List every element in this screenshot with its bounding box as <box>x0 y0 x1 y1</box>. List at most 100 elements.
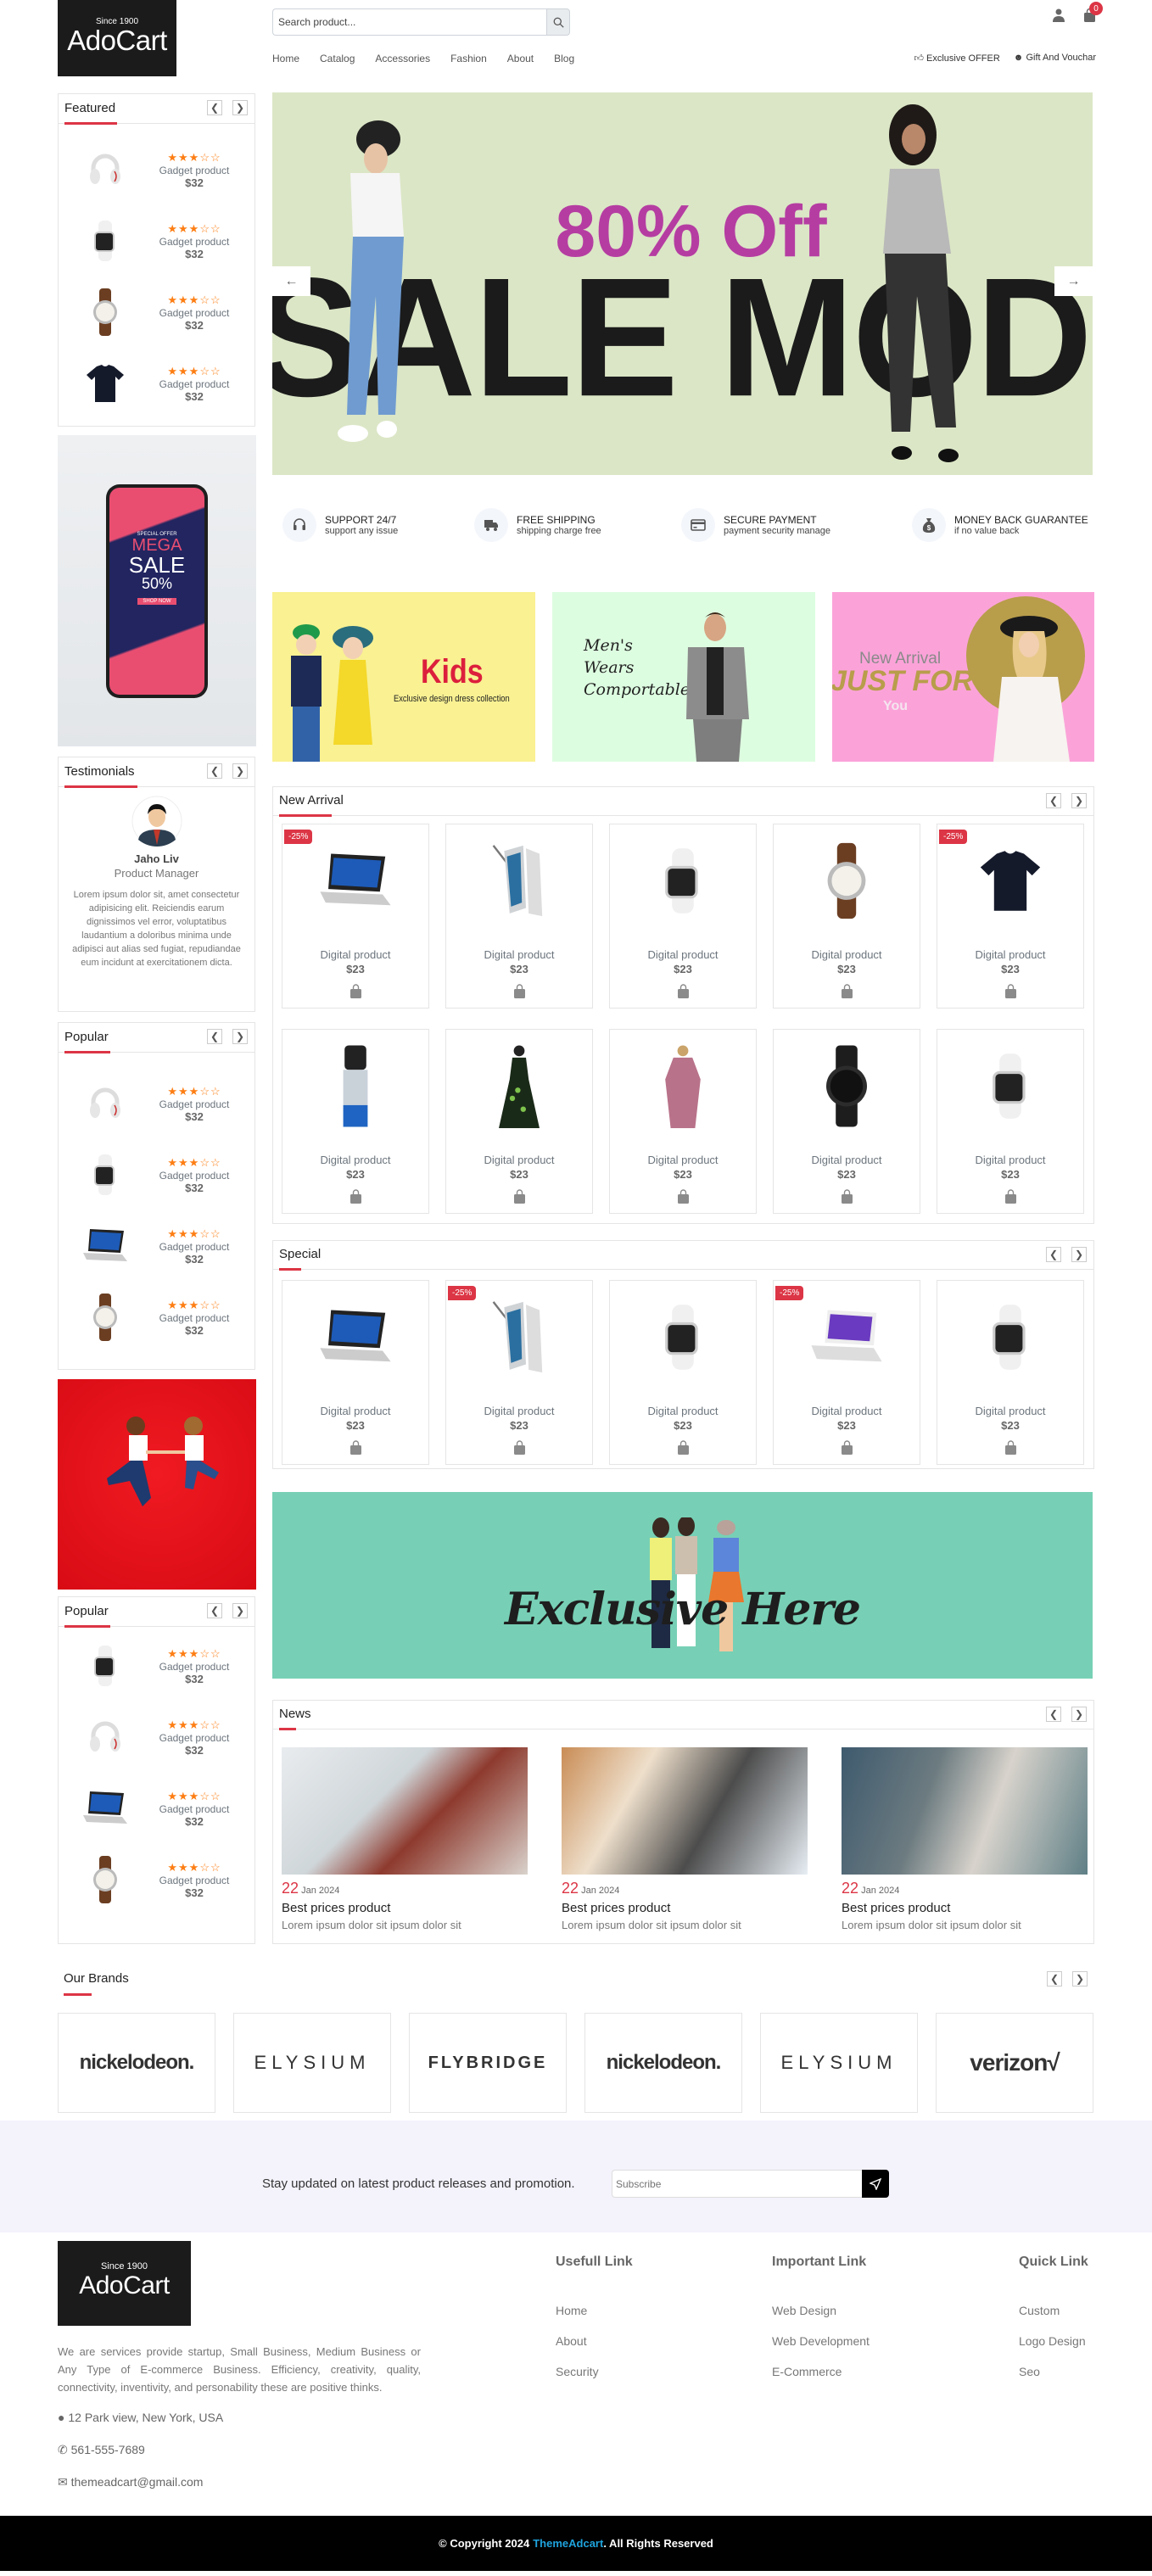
add-to-cart-button[interactable] <box>282 1440 428 1455</box>
sidebar-product[interactable]: ★★★☆☆ Gadget product $32 <box>59 277 254 348</box>
next-arrow[interactable]: ❯ <box>1072 1971 1088 1986</box>
footer-email[interactable]: ✉ themeadcart@gmail.com <box>58 2475 203 2489</box>
news-card[interactable]: 22 Jan 2024 Best prices product Lorem ip… <box>562 1747 808 1931</box>
footer-link-ecommerce[interactable]: E-Commerce <box>772 2365 870 2378</box>
add-to-cart-button[interactable] <box>610 1189 756 1204</box>
footer-link-seo[interactable]: Seo <box>1019 2365 1088 2378</box>
sidebar-product[interactable]: ★★★☆☆ Gadget product $32 <box>59 134 254 205</box>
add-to-cart-button[interactable] <box>774 984 920 998</box>
search-button[interactable] <box>546 8 570 36</box>
product-card[interactable]: Digital product $23 <box>937 1280 1084 1465</box>
product-card[interactable]: Digital product $23 <box>445 1029 593 1214</box>
next-arrow[interactable]: ❯ <box>1071 1247 1087 1262</box>
nav-fashion[interactable]: Fashion <box>450 53 487 64</box>
add-to-cart-button[interactable] <box>610 1440 756 1455</box>
footer-link-custom[interactable]: Custom <box>1019 2304 1088 2317</box>
user-account-button[interactable] <box>1053 8 1065 26</box>
prev-arrow[interactable]: ❮ <box>207 1029 222 1044</box>
sidebar-product[interactable]: ★★★☆☆ Gadget product $32 <box>59 348 254 419</box>
news-card[interactable]: 22 Jan 2024 Best prices product Lorem ip… <box>842 1747 1088 1931</box>
footer-link-about[interactable]: About <box>556 2334 633 2348</box>
hero-next-button[interactable]: → <box>1054 266 1093 296</box>
copyright-brand-link[interactable]: ThemeAdcart <box>533 2537 603 2550</box>
brand-logo[interactable]: nickelodeon. <box>584 2013 742 2113</box>
footer-link-home[interactable]: Home <box>556 2304 633 2317</box>
add-to-cart-button[interactable] <box>446 1189 592 1204</box>
sidebar-product[interactable]: ★★★☆☆ Gadget product $32 <box>59 1139 254 1210</box>
subscribe-input[interactable] <box>612 2170 862 2198</box>
prev-arrow[interactable]: ❮ <box>207 1603 222 1618</box>
prev-arrow[interactable]: ❮ <box>1047 1971 1062 1986</box>
sidebar-product[interactable]: ★★★☆☆ Gadget product $32 <box>59 1773 254 1844</box>
sidebar-product[interactable]: ★★★☆☆ Gadget product $32 <box>59 1702 254 1773</box>
mega-sale-ad[interactable]: SPECIAL OFFER MEGA SALE 50% SHOP NOW <box>58 435 256 746</box>
subscribe-button[interactable] <box>862 2170 889 2198</box>
product-card[interactable]: Digital product $23 <box>773 1029 920 1214</box>
mens-promo-banner[interactable]: Men's Wears Comportable <box>552 592 815 762</box>
sidebar-product[interactable]: ★★★☆☆ Gadget product $32 <box>59 1282 254 1353</box>
add-to-cart-button[interactable] <box>937 984 1083 998</box>
next-arrow[interactable]: ❯ <box>232 1029 248 1044</box>
footer-link-web-development[interactable]: Web Development <box>772 2334 870 2348</box>
brand-logo[interactable]: nickelodeon. <box>58 2013 215 2113</box>
prev-arrow[interactable]: ❮ <box>1046 1707 1061 1722</box>
hero-prev-button[interactable]: ← <box>272 266 310 296</box>
add-to-cart-button[interactable] <box>937 1189 1083 1204</box>
add-to-cart-button[interactable] <box>282 984 428 998</box>
next-arrow[interactable]: ❯ <box>232 100 248 115</box>
footer-logo[interactable]: Since 1900 AdoCart <box>58 2241 191 2326</box>
brand-logo[interactable]: ELYSIUM <box>233 2013 391 2113</box>
sidebar-product[interactable]: ★★★☆☆ Gadget product $32 <box>59 1630 254 1702</box>
nav-accessories[interactable]: Accessories <box>375 53 430 64</box>
product-card[interactable]: Digital product $23 <box>773 824 920 1009</box>
product-card[interactable]: -25% Digital product $23 <box>282 824 429 1009</box>
prev-arrow[interactable]: ❮ <box>207 100 222 115</box>
product-card[interactable]: Digital product $23 <box>282 1029 429 1214</box>
add-to-cart-button[interactable] <box>610 984 756 998</box>
product-card[interactable]: -25% Digital product $23 <box>773 1280 920 1465</box>
footer-phone[interactable]: ✆ 561-555-7689 <box>58 2443 145 2457</box>
add-to-cart-button[interactable] <box>937 1440 1083 1455</box>
footer-link-web-design[interactable]: Web Design <box>772 2304 870 2317</box>
kids-promo-banner[interactable]: Kids Exclusive design dress collection <box>272 592 535 762</box>
exclusive-banner[interactable]: Exclusive Here <box>272 1492 1093 1679</box>
new-arrival-promo-banner[interactable]: New Arrival JUST FOR You <box>832 592 1094 762</box>
prev-arrow[interactable]: ❮ <box>1046 793 1061 808</box>
nav-home[interactable]: Home <box>272 53 299 64</box>
prev-arrow[interactable]: ❮ <box>1046 1247 1061 1262</box>
next-arrow[interactable]: ❯ <box>1071 1707 1087 1722</box>
footer-link-security[interactable]: Security <box>556 2365 633 2378</box>
product-card[interactable]: Digital product $23 <box>937 1029 1084 1214</box>
sidebar-product[interactable]: ★★★☆☆ Gadget product $32 <box>59 1068 254 1139</box>
gift-voucher-link[interactable]: ☻ Gift And Vouchar <box>1014 53 1096 64</box>
brand-logo[interactable]: verizon√ <box>936 2013 1093 2113</box>
brand-logo[interactable]: FLYBRIDGE <box>409 2013 567 2113</box>
brand-logo[interactable]: ELYSIUM <box>760 2013 918 2113</box>
add-to-cart-button[interactable] <box>774 1440 920 1455</box>
nav-catalog[interactable]: Catalog <box>320 53 355 64</box>
sidebar-product[interactable]: ★★★☆☆ Gadget product $32 <box>59 1844 254 1915</box>
site-logo[interactable]: Since 1900 AdoCart <box>58 0 176 76</box>
prev-arrow[interactable]: ❮ <box>207 763 222 779</box>
sidebar-product[interactable]: ★★★☆☆ Gadget product $32 <box>59 205 254 277</box>
news-card[interactable]: 22 Jan 2024 Best prices product Lorem ip… <box>282 1747 528 1931</box>
add-to-cart-button[interactable] <box>446 984 592 998</box>
product-card[interactable]: Digital product $23 <box>609 824 757 1009</box>
nav-about[interactable]: About <box>507 53 534 64</box>
cart-button[interactable]: 0 <box>1083 2 1103 26</box>
nav-blog[interactable]: Blog <box>554 53 574 64</box>
kids-jump-banner[interactable] <box>58 1379 256 1590</box>
product-card[interactable]: Digital product $23 <box>445 824 593 1009</box>
next-arrow[interactable]: ❯ <box>232 763 248 779</box>
footer-link-logo-design[interactable]: Logo Design <box>1019 2334 1088 2348</box>
product-card[interactable]: Digital product $23 <box>609 1029 757 1214</box>
add-to-cart-button[interactable] <box>774 1189 920 1204</box>
product-card[interactable]: Digital product $23 <box>282 1280 429 1465</box>
sidebar-product[interactable]: ★★★☆☆ Gadget product $32 <box>59 1210 254 1282</box>
product-card[interactable]: Digital product $23 <box>609 1280 757 1465</box>
product-card[interactable]: -25% Digital product $23 <box>937 824 1084 1009</box>
search-input[interactable] <box>272 8 546 36</box>
next-arrow[interactable]: ❯ <box>232 1603 248 1618</box>
exclusive-offer-link[interactable]: 👍︎ Exclusive OFFER <box>914 53 999 64</box>
product-card[interactable]: -25% Digital product $23 <box>445 1280 593 1465</box>
